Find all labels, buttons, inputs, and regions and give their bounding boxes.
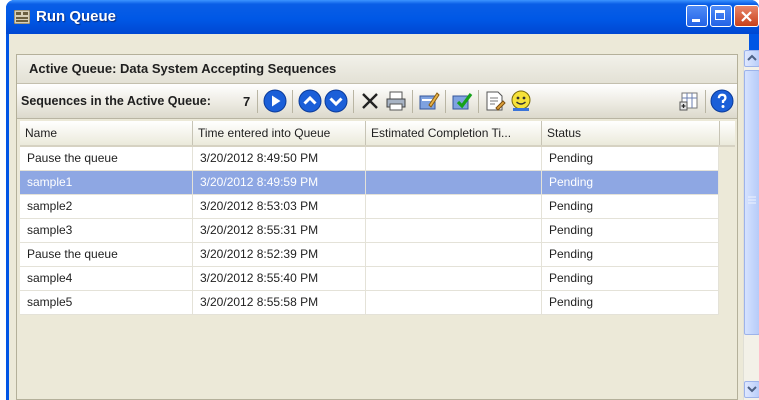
run-queue-grid: Name Time entered into Queue Estimated C… bbox=[20, 121, 735, 399]
cell-time-entered: 3/20/2012 8:52:39 PM bbox=[193, 243, 366, 267]
edit-icon[interactable] bbox=[417, 89, 441, 113]
queue-toolbar: Sequences in the Active Queue: 7 bbox=[17, 84, 737, 119]
cell-estimated-completion bbox=[366, 243, 542, 267]
run-queue-window: Run Queue Active Queue: Data System Acce… bbox=[6, 0, 759, 400]
cell-status: Pending bbox=[542, 195, 719, 219]
delete-icon[interactable] bbox=[358, 89, 382, 113]
cell-status: Pending bbox=[542, 219, 719, 243]
table-row[interactable]: sample5 3/20/2012 8:55:58 PM Pending bbox=[20, 291, 719, 315]
toolbar-separator bbox=[257, 90, 258, 113]
cell-time-entered: 3/20/2012 8:49:59 PM bbox=[193, 171, 366, 195]
app-icon bbox=[14, 10, 30, 24]
close-icon bbox=[741, 11, 752, 22]
cell-status: Pending bbox=[542, 147, 719, 171]
column-header-estimated-completion[interactable]: Estimated Completion Ti... bbox=[366, 121, 542, 145]
active-queue-header: Active Queue: Data System Accepting Sequ… bbox=[17, 55, 737, 84]
properties-icon[interactable] bbox=[483, 89, 507, 113]
print-icon[interactable] bbox=[384, 89, 408, 113]
table-row[interactable]: sample4 3/20/2012 8:55:40 PM Pending bbox=[20, 267, 719, 291]
table-row[interactable]: Pause the queue 3/20/2012 8:49:50 PM Pen… bbox=[20, 147, 719, 171]
column-header-time-entered[interactable]: Time entered into Queue bbox=[193, 121, 366, 145]
maximize-icon bbox=[715, 10, 725, 20]
cell-status: Pending bbox=[542, 291, 719, 315]
active-queue-title: Active Queue: Data System Accepting Sequ… bbox=[29, 61, 337, 76]
table-row[interactable]: sample2 3/20/2012 8:53:03 PM Pending bbox=[20, 195, 719, 219]
toolbar-separator bbox=[353, 90, 354, 113]
cell-time-entered: 3/20/2012 8:53:03 PM bbox=[193, 195, 366, 219]
column-chooser-icon[interactable] bbox=[677, 89, 701, 113]
check-icon[interactable] bbox=[450, 89, 474, 113]
title-bar[interactable]: Run Queue bbox=[6, 0, 759, 34]
cell-time-entered: 3/20/2012 8:55:40 PM bbox=[193, 267, 366, 291]
active-queue-panel: Active Queue: Data System Accepting Sequ… bbox=[16, 54, 738, 400]
scroll-thumb[interactable] bbox=[744, 70, 759, 335]
cell-name: Pause the queue bbox=[20, 147, 193, 171]
cell-status: Pending bbox=[542, 171, 719, 195]
window-title: Run Queue bbox=[36, 8, 117, 25]
toolbar-separator bbox=[445, 90, 446, 113]
cell-time-entered: 3/20/2012 8:55:31 PM bbox=[193, 219, 366, 243]
cell-name: sample1 bbox=[20, 171, 193, 195]
column-header-status[interactable]: Status bbox=[542, 121, 720, 145]
cell-name: sample3 bbox=[20, 219, 193, 243]
cell-estimated-completion bbox=[366, 267, 542, 291]
table-row[interactable]: Pause the queue 3/20/2012 8:52:39 PM Pen… bbox=[20, 243, 719, 267]
scroll-down-button[interactable] bbox=[744, 381, 759, 398]
grip-icon bbox=[748, 196, 756, 204]
cell-estimated-completion bbox=[366, 171, 542, 195]
smiley-icon[interactable] bbox=[509, 89, 533, 113]
table-row[interactable]: sample3 3/20/2012 8:55:31 PM Pending bbox=[20, 219, 719, 243]
cell-estimated-completion bbox=[366, 291, 542, 315]
cell-estimated-completion bbox=[366, 147, 542, 171]
sequences-label: Sequences in the Active Queue: bbox=[21, 94, 211, 108]
cell-time-entered: 3/20/2012 8:55:58 PM bbox=[193, 291, 366, 315]
maximize-button[interactable] bbox=[710, 5, 732, 27]
table-row-selected[interactable]: sample1 3/20/2012 8:49:59 PM Pending bbox=[20, 171, 719, 195]
toolbar-separator bbox=[705, 90, 706, 113]
scroll-up-button[interactable] bbox=[744, 50, 759, 67]
sequence-count: 7 bbox=[243, 94, 251, 109]
cell-estimated-completion bbox=[366, 195, 542, 219]
cell-status: Pending bbox=[542, 267, 719, 291]
chevron-up-icon bbox=[747, 54, 757, 61]
minimize-button[interactable] bbox=[686, 5, 708, 27]
cell-estimated-completion bbox=[366, 219, 542, 243]
help-icon[interactable] bbox=[710, 89, 734, 113]
toolbar-separator bbox=[478, 90, 479, 113]
cell-status: Pending bbox=[542, 243, 719, 267]
minimize-icon bbox=[692, 19, 700, 22]
cell-name: sample2 bbox=[20, 195, 193, 219]
vertical-scrollbar[interactable] bbox=[743, 50, 759, 400]
play-icon[interactable] bbox=[263, 89, 287, 113]
move-up-icon[interactable] bbox=[298, 89, 322, 113]
column-header-name[interactable]: Name bbox=[20, 121, 193, 145]
cell-name: Pause the queue bbox=[20, 243, 193, 267]
grid-header: Name Time entered into Queue Estimated C… bbox=[20, 121, 735, 147]
chevron-down-icon bbox=[747, 386, 757, 393]
cell-time-entered: 3/20/2012 8:49:50 PM bbox=[193, 147, 366, 171]
toolbar-separator bbox=[412, 90, 413, 113]
cell-name: sample5 bbox=[20, 291, 193, 315]
toolbar-separator bbox=[292, 90, 293, 113]
move-down-icon[interactable] bbox=[324, 89, 348, 113]
cell-name: sample4 bbox=[20, 267, 193, 291]
close-button[interactable] bbox=[734, 5, 759, 27]
